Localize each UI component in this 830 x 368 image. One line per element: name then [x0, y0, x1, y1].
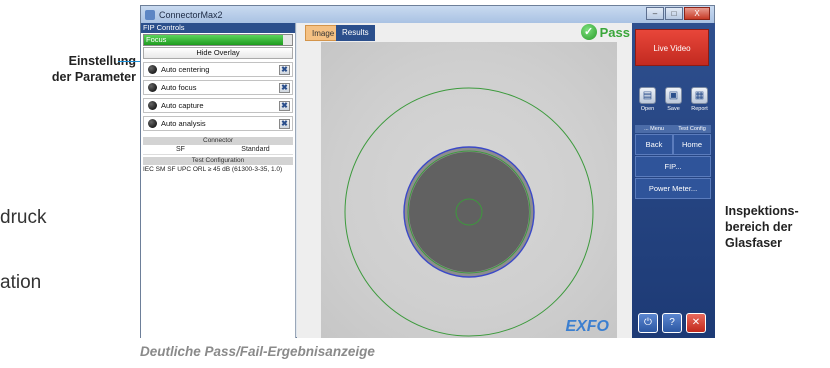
maximize-button[interactable]: □	[665, 7, 683, 20]
option-label: Auto centering	[161, 65, 210, 74]
connector-standard: Standard	[241, 146, 270, 153]
close-icon[interactable]: ✖	[279, 119, 290, 129]
tab-menu[interactable]: ... Menu	[635, 125, 673, 133]
save-icon: ▣	[665, 87, 682, 104]
callout-parameter: Einstellung der Parameter	[33, 53, 136, 85]
slide: druck ation Einstellung der Parameter In…	[0, 0, 830, 368]
close-icon[interactable]: ✖	[279, 83, 290, 93]
report-label: Report	[691, 106, 708, 112]
power-icon[interactable]: ⏻	[638, 313, 658, 333]
option-indicator-icon	[148, 65, 157, 74]
hide-overlay-button[interactable]: Hide Overlay	[143, 47, 293, 59]
option-auto-centering[interactable]: Auto centering ✖	[143, 62, 293, 77]
title-bar: ConnectorMax2 – □ X	[141, 6, 714, 23]
callout-inspection-line3: Glasfaser	[725, 236, 782, 250]
option-auto-capture[interactable]: Auto capture ✖	[143, 98, 293, 113]
caption: Deutliche Pass/Fail-Ergebnisanzeige	[140, 344, 375, 359]
connector-header: Connector	[143, 137, 293, 145]
menu-tabs: ... Menu Test Config	[635, 125, 711, 133]
app-window: ConnectorMax2 – □ X FIP Controls Focus H…	[140, 5, 715, 338]
minimize-button[interactable]: –	[646, 7, 664, 20]
callout-inspection-line1: Inspektions-	[725, 204, 799, 218]
tab-results[interactable]: Results	[336, 25, 375, 41]
window-title: ConnectorMax2	[159, 9, 223, 20]
panel-header: FIP Controls	[141, 23, 295, 33]
save-label: Save	[667, 106, 680, 112]
report-button[interactable]: ▦ Report	[688, 87, 711, 112]
app-icon	[145, 9, 155, 20]
pass-indicator: ✓ Pass	[580, 24, 630, 40]
pass-text: Pass	[599, 24, 630, 40]
bottom-buttons: ⏻ ? ✕	[638, 313, 706, 333]
option-label: Auto focus	[161, 83, 197, 92]
window-controls: – □ X	[646, 7, 710, 20]
option-indicator-icon	[148, 101, 157, 110]
right-panel: Live Video ▤ Open ▣ Save ▦ Report ... Me…	[632, 23, 715, 338]
close-icon[interactable]: ✖	[279, 65, 290, 75]
folder-icon: ▤	[639, 87, 656, 104]
open-button[interactable]: ▤ Open	[636, 87, 659, 112]
image-view: Image Results ✓ Pass EXFO	[297, 23, 632, 338]
focus-bar: Focus	[143, 34, 293, 46]
callout-parameter-line2: der Parameter	[51, 70, 136, 84]
cladding-circle	[409, 152, 529, 272]
file-buttons: ▤ Open ▣ Save ▦ Report	[636, 87, 711, 112]
help-icon[interactable]: ?	[662, 313, 682, 333]
option-indicator-icon	[148, 83, 157, 92]
callout-inspection: Inspektions- bereich der Glasfaser	[725, 203, 825, 251]
option-auto-focus[interactable]: Auto focus ✖	[143, 80, 293, 95]
background-text-1: druck	[0, 207, 47, 228]
option-label: Auto capture	[161, 101, 204, 110]
close-button[interactable]: X	[684, 7, 710, 20]
save-button[interactable]: ▣ Save	[662, 87, 685, 112]
test-config-value: IEC SM SF UPC ORL ≥ 45 dB (61300-3-35, 1…	[143, 166, 283, 173]
live-video-button[interactable]: Live Video	[635, 29, 709, 66]
callout-inspection-line2: bereich der	[725, 220, 793, 234]
close-icon[interactable]: ✖	[279, 101, 290, 111]
fiber-endface-image: EXFO	[321, 42, 617, 338]
check-icon: ✓	[580, 24, 597, 40]
connector-type: SF	[176, 146, 185, 153]
tab-test-config[interactable]: Test Config	[673, 125, 711, 133]
option-auto-analysis[interactable]: Auto analysis ✖	[143, 116, 293, 131]
home-button[interactable]: Home	[673, 134, 711, 155]
open-label: Open	[640, 106, 655, 112]
option-indicator-icon	[148, 119, 157, 128]
connector-row: SF Standard	[143, 145, 293, 155]
fiber-endface-svg	[344, 87, 594, 337]
back-button[interactable]: Back	[635, 134, 673, 155]
test-config-header: Test Configuration	[143, 157, 293, 165]
focus-label: Focus	[146, 35, 167, 44]
background-text-2: ation	[0, 272, 42, 293]
power-meter-button[interactable]: Power Meter...	[635, 178, 711, 199]
report-icon: ▦	[691, 87, 708, 104]
fip-button[interactable]: FIP...	[635, 156, 711, 177]
option-label: Auto analysis	[161, 119, 206, 128]
brand-logo: EXFO	[565, 318, 609, 335]
exit-icon[interactable]: ✕	[686, 313, 706, 333]
view-tabs: Image Results ✓ Pass	[297, 23, 632, 42]
fip-controls-panel: FIP Controls Focus Hide Overlay Auto cen…	[141, 23, 296, 338]
